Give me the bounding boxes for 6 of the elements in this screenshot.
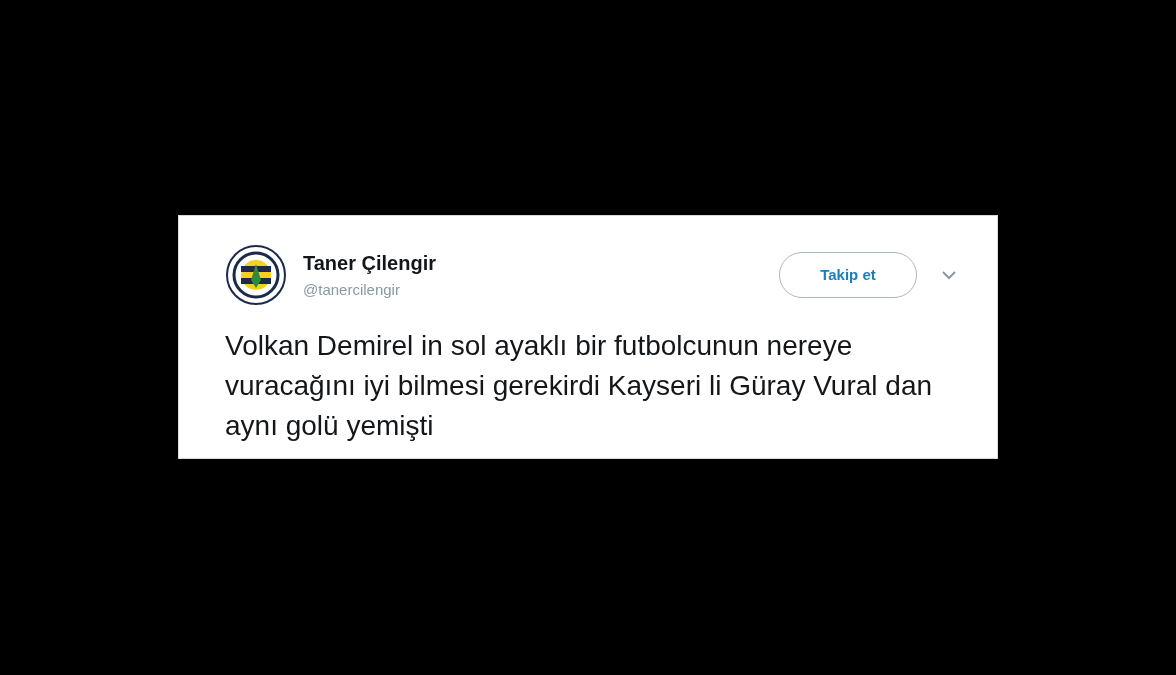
follow-button[interactable]: Takip et [779, 251, 917, 298]
tweet-text: Volkan Demirel in sol ayaklı bir futbolcunun nereye vuracağını iyi bilmesi gerekirdi Kayseri li Güray Vural dan aynı golü yemişti [225, 328, 934, 443]
chevron-down-icon[interactable] [941, 269, 957, 280]
emblem-icon [225, 243, 287, 306]
user-name: Taner Çilengir [303, 251, 437, 275]
user-handle: @tanercilengir [303, 280, 401, 298]
